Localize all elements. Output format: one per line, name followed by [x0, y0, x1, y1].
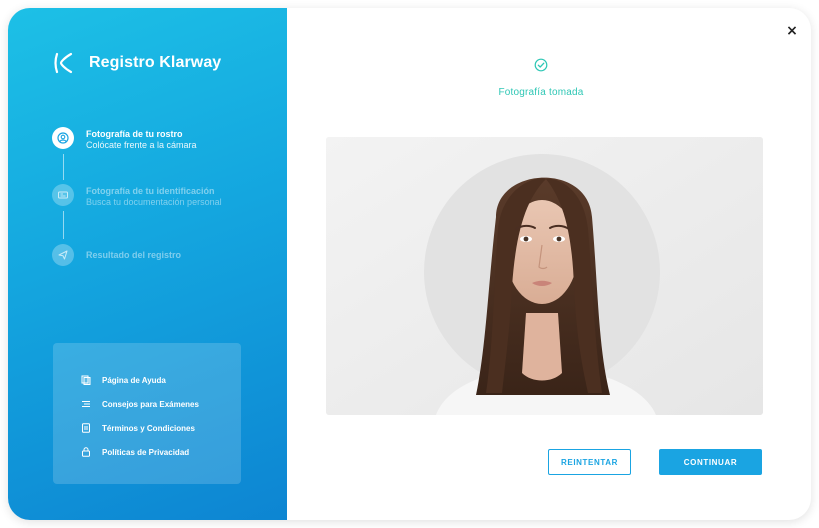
help-link-label: Página de Ayuda	[102, 375, 166, 385]
document-icon	[82, 423, 90, 433]
retry-button[interactable]: REINTENTAR	[548, 449, 631, 475]
continue-button[interactable]: CONTINUAR	[659, 449, 762, 475]
exam-tips-link[interactable]: Consejos para Exámenes	[81, 399, 199, 409]
step-subtitle: Busca tu documentación personal	[86, 197, 222, 207]
id-card-icon	[52, 184, 74, 206]
help-page-link[interactable]: Página de Ayuda	[81, 375, 166, 385]
klarway-logo-icon	[54, 52, 73, 74]
face-icon	[52, 127, 74, 149]
face-photo-image	[326, 137, 763, 415]
step-face-photo: Fotografía de tu rostro Colócate frente …	[52, 127, 197, 151]
terms-link[interactable]: Términos y Condiciones	[81, 423, 195, 433]
step-connector	[63, 211, 64, 239]
app-title: Registro Klarway	[89, 54, 222, 71]
capture-status: Fotografía tomada	[279, 58, 803, 98]
step-connector	[63, 154, 64, 180]
lock-icon	[82, 447, 90, 457]
close-icon[interactable]: ×	[785, 24, 799, 38]
screen: Registro Klarway Fotografía de tu rostro…	[0, 0, 819, 528]
status-text: Fotografía tomada	[498, 87, 584, 98]
help-link-label: Términos y Condiciones	[102, 423, 195, 433]
privacy-link[interactable]: Políticas de Privacidad	[81, 447, 189, 457]
check-circle-icon	[534, 58, 548, 72]
step-result: Resultado del registro	[52, 244, 181, 266]
sidebar: Registro Klarway Fotografía de tu rostro…	[8, 8, 287, 520]
help-link-label: Consejos para Exámenes	[102, 399, 199, 409]
help-link-label: Políticas de Privacidad	[102, 447, 190, 457]
brand: Registro Klarway	[53, 51, 221, 75]
step-title: Resultado del registro	[86, 250, 182, 260]
step-title: Fotografía de tu identificación	[86, 186, 215, 196]
step-id-photo: Fotografía de tu identificación Busca tu…	[52, 184, 222, 208]
step-subtitle: Colócate frente a la cámara	[86, 140, 197, 150]
send-icon	[52, 244, 74, 266]
step-title: Fotografía de tu rostro	[86, 129, 183, 139]
tips-icon	[82, 401, 90, 407]
help-page-icon	[81, 375, 91, 385]
help-links-panel: Página de Ayuda Consejos para Exámenes T…	[53, 343, 241, 484]
captured-photo	[326, 137, 763, 415]
